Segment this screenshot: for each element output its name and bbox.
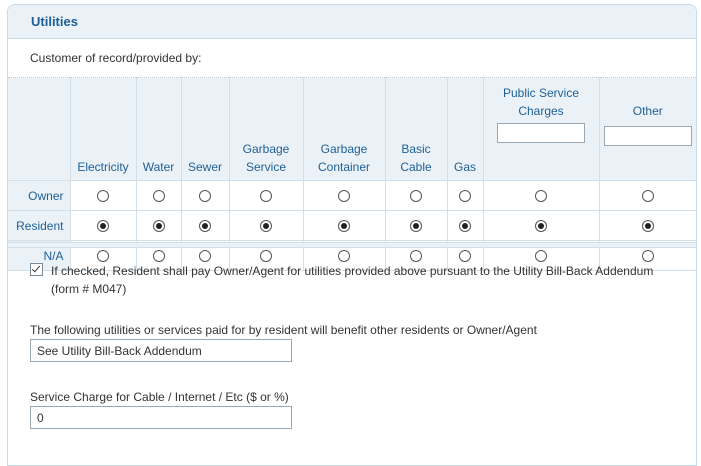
row-label-owner: Owner bbox=[8, 180, 71, 211]
radio-owner-water[interactable] bbox=[152, 190, 165, 203]
radio-na-water[interactable] bbox=[152, 250, 165, 263]
cell-resident-electricity bbox=[69, 210, 137, 241]
utilities-panel: Utilities Customer of record/provided by… bbox=[7, 4, 697, 466]
col-header-public-service-charges: Public Service Charges bbox=[482, 77, 600, 181]
cell-resident-garbage-service bbox=[228, 210, 304, 241]
radio-na-garbage-container[interactable] bbox=[338, 250, 350, 263]
radio-owner-garbage-container[interactable] bbox=[338, 190, 350, 203]
service-charge-label: Service Charge for Cable / Internet / Et… bbox=[30, 390, 289, 404]
benefit-label: The following utilities or services paid… bbox=[30, 323, 537, 337]
benefit-input[interactable]: See Utility Bill-Back Addendum bbox=[30, 339, 292, 362]
cell-resident-other bbox=[598, 210, 696, 241]
cell-owner-garbage-container bbox=[302, 180, 386, 211]
col-header-other: Other bbox=[598, 77, 696, 181]
radio-owner-electricity[interactable] bbox=[97, 190, 109, 203]
cell-owner-gas bbox=[446, 180, 484, 211]
radio-na-basic-cable[interactable] bbox=[410, 250, 422, 263]
radio-resident-water[interactable] bbox=[152, 220, 165, 233]
cell-resident-gas bbox=[446, 210, 484, 241]
section-title: Utilities bbox=[31, 14, 78, 29]
cell-resident-water bbox=[135, 210, 182, 241]
cell-resident-basic-cable bbox=[384, 210, 448, 241]
cell-resident-sewer bbox=[180, 210, 230, 241]
radio-na-public-service-charges[interactable] bbox=[535, 250, 547, 263]
cell-owner-public-service-charges bbox=[482, 180, 600, 211]
col-header-gas: Gas bbox=[446, 77, 484, 181]
corner-cell bbox=[8, 77, 71, 181]
panel-header bbox=[8, 5, 696, 39]
table-row-resident: Resident bbox=[8, 210, 696, 241]
radio-na-other[interactable] bbox=[641, 250, 654, 263]
radio-owner-gas[interactable] bbox=[459, 190, 471, 203]
radio-resident-garbage-container[interactable] bbox=[338, 220, 350, 233]
radio-na-sewer[interactable] bbox=[199, 250, 211, 263]
billback-text: If checked, Resident shall pay Owner/Age… bbox=[51, 264, 654, 296]
radio-na-electricity[interactable] bbox=[97, 250, 109, 263]
public-service-charges-input[interactable] bbox=[497, 123, 585, 143]
col-header-garbage-container: Garbage Container bbox=[302, 77, 386, 181]
radio-resident-garbage-service[interactable] bbox=[260, 220, 272, 233]
other-input[interactable] bbox=[603, 126, 692, 146]
col-header-sewer: Sewer bbox=[180, 77, 230, 181]
cell-owner-water bbox=[135, 180, 182, 211]
cell-owner-other bbox=[598, 180, 696, 211]
radio-owner-other[interactable] bbox=[641, 190, 654, 203]
radio-owner-sewer[interactable] bbox=[199, 190, 211, 203]
radio-resident-gas[interactable] bbox=[459, 220, 471, 233]
radio-na-gas[interactable] bbox=[459, 250, 471, 263]
radio-resident-other[interactable] bbox=[641, 220, 654, 233]
service-charge-input[interactable]: 0 bbox=[30, 406, 292, 429]
billback-checkbox[interactable] bbox=[30, 263, 43, 276]
col-header-water: Water bbox=[135, 77, 182, 181]
radio-resident-basic-cable[interactable] bbox=[410, 220, 422, 233]
radio-owner-basic-cable[interactable] bbox=[410, 190, 422, 203]
cell-owner-garbage-service bbox=[228, 180, 304, 211]
radio-resident-public-service-charges[interactable] bbox=[535, 220, 547, 233]
table-header-row: Electricity Water Sewer Garbage Service … bbox=[8, 77, 696, 181]
cell-owner-basic-cable bbox=[384, 180, 448, 211]
radio-owner-public-service-charges[interactable] bbox=[535, 190, 547, 203]
table-row-owner: Owner bbox=[8, 180, 696, 211]
radio-owner-garbage-service[interactable] bbox=[260, 190, 272, 203]
row-label-resident: Resident bbox=[8, 210, 71, 241]
radio-na-garbage-service[interactable] bbox=[260, 250, 272, 263]
cell-owner-electricity bbox=[69, 180, 137, 211]
section-divider bbox=[8, 242, 696, 248]
radio-resident-sewer[interactable] bbox=[199, 220, 211, 233]
radio-resident-electricity[interactable] bbox=[97, 220, 109, 233]
cell-owner-sewer bbox=[180, 180, 230, 211]
cell-resident-garbage-container bbox=[302, 210, 386, 241]
col-header-electricity: Electricity bbox=[69, 77, 137, 181]
intro-text: Customer of record/provided by: bbox=[30, 51, 202, 65]
col-header-basic-cable: Basic Cable bbox=[384, 77, 448, 181]
cell-resident-public-service-charges bbox=[482, 210, 600, 241]
col-header-garbage-service: Garbage Service bbox=[228, 77, 304, 181]
